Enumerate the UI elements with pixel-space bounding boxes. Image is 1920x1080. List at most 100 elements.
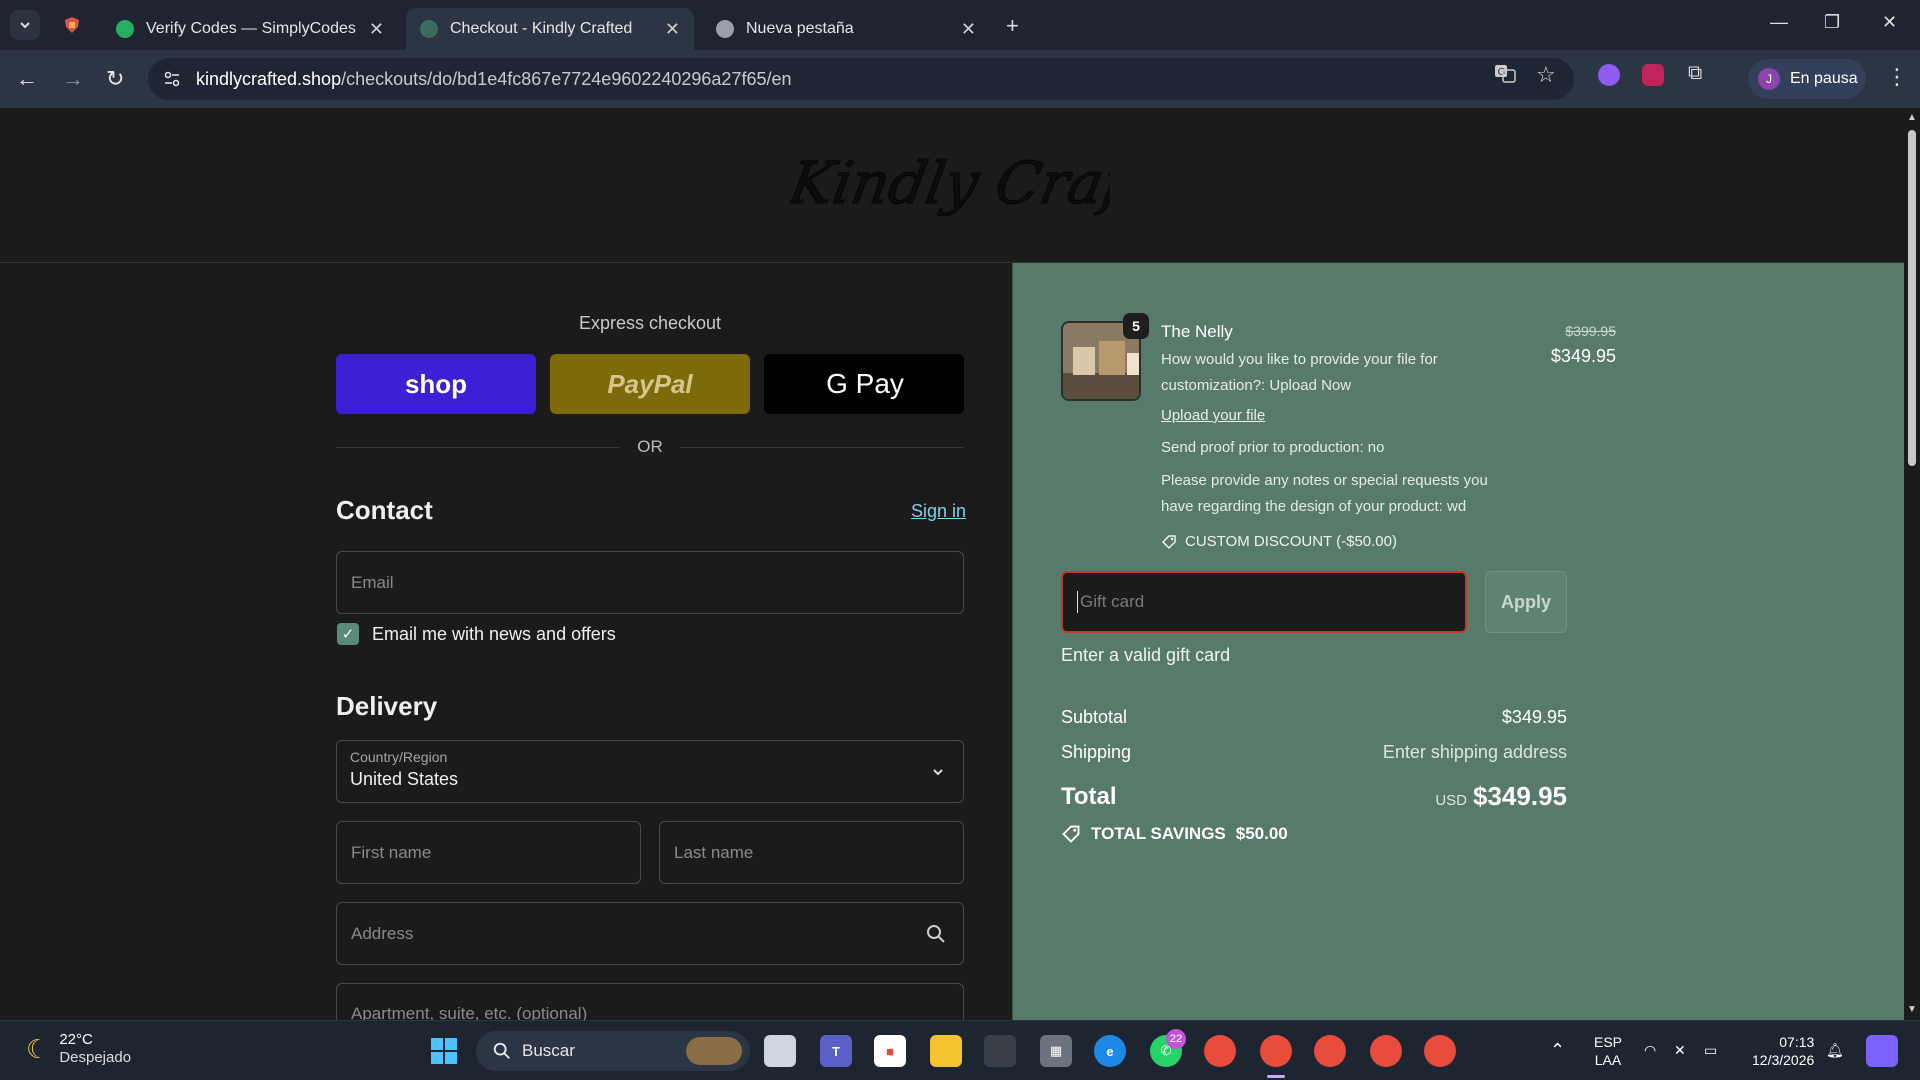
shipping-value: Enter shipping address xyxy=(1382,742,1567,762)
page-scrollbar[interactable]: ▲ ▼ xyxy=(1904,108,1920,1020)
checkout-form: Express checkout shop PayPal G Pay OR Co… xyxy=(0,263,1012,1020)
newsletter-checkbox[interactable]: ✓ xyxy=(337,623,359,645)
language-bottom: LAA xyxy=(1594,1052,1622,1068)
app-icon[interactable] xyxy=(984,1035,1016,1067)
product-name: The Nelly xyxy=(1161,322,1233,341)
country-label: Country/Region xyxy=(350,749,448,765)
chrome-profile-icon[interactable] xyxy=(1424,1035,1456,1067)
scroll-down-icon[interactable]: ▼ xyxy=(1907,1004,1917,1015)
total-label: Total xyxy=(1061,783,1117,810)
close-tab-icon[interactable]: ✕ xyxy=(665,19,680,40)
extensions-puzzle-icon[interactable]: ⧉ xyxy=(1688,62,1702,85)
weather-widget[interactable]: ☾ 22°C Despejado xyxy=(26,1031,131,1067)
browser-menu-icon[interactable]: ⋮ xyxy=(1886,64,1908,90)
minimize-icon[interactable]: — xyxy=(1770,12,1788,33)
clock-date: 12/3/2026 xyxy=(1752,1052,1815,1068)
paypal-button[interactable]: PayPal xyxy=(550,354,750,414)
logo-text: Kindly Crafted xyxy=(790,149,1110,216)
search-icon xyxy=(927,925,945,943)
apartment-field[interactable]: Apartment, suite, etc. (optional) xyxy=(336,983,964,1020)
product-option-proof: Send proof prior to production: no xyxy=(1161,439,1385,456)
reload-icon[interactable]: ↻ xyxy=(106,66,124,92)
bookmark-star-icon[interactable]: ☆ xyxy=(1536,62,1556,88)
new-tab-button[interactable]: + xyxy=(1006,13,1019,39)
task-view-icon[interactable] xyxy=(764,1035,796,1067)
last-name-field[interactable]: Last name xyxy=(659,821,964,884)
forward-arrow-icon[interactable]: → xyxy=(62,66,84,92)
tab-search-button[interactable] xyxy=(10,10,40,40)
taskbar: ☾ 22°C Despejado Buscar T ■ ▦ e ✆ 22 ⌃ E… xyxy=(0,1020,1920,1080)
chrome-profile-icon[interactable] xyxy=(1314,1035,1346,1067)
calculator-icon[interactable]: ▦ xyxy=(1040,1035,1072,1067)
profile-button[interactable]: J En pausa xyxy=(1748,59,1866,99)
upload-file-link-wrap: Upload your file xyxy=(1161,403,1501,429)
chevron-up-icon[interactable]: ⌃ xyxy=(1550,1041,1565,1059)
chrome-icon[interactable] xyxy=(1204,1035,1236,1067)
close-tab-icon[interactable]: ✕ xyxy=(369,19,384,40)
extension-purple-icon[interactable] xyxy=(1598,64,1620,86)
address-placeholder: Address xyxy=(351,923,414,943)
shop-pay-label: shop xyxy=(404,368,468,399)
address-bar[interactable]: kindlycrafted.shop/checkouts/do/bd1e4fc8… xyxy=(148,58,1574,100)
whatsapp-badge: 22 xyxy=(1166,1029,1186,1049)
custom-discount: CUSTOM DISCOUNT (-$50.00) xyxy=(1161,533,1397,550)
or-divider: OR xyxy=(336,437,964,457)
microsoft-store-icon[interactable]: ■ xyxy=(874,1035,906,1067)
apply-gift-card-button[interactable]: Apply xyxy=(1485,571,1567,633)
battery-icon[interactable]: ▭ xyxy=(1704,1041,1717,1059)
site-settings-icon[interactable] xyxy=(162,69,182,89)
total-currency: USD xyxy=(1435,792,1468,809)
tab-checkout[interactable]: Checkout - Kindly Crafted ✕ xyxy=(406,8,694,50)
wifi-icon[interactable]: ◠ xyxy=(1644,1041,1656,1059)
google-pay-button[interactable]: G Pay xyxy=(764,354,964,414)
shop-pay-button[interactable]: shop xyxy=(336,354,536,414)
pinned-tab[interactable] xyxy=(60,13,84,37)
moon-icon: ☾ xyxy=(26,1033,50,1064)
first-name-placeholder: First name xyxy=(351,842,432,862)
restore-icon[interactable]: ❐ xyxy=(1824,12,1840,33)
language-indicator[interactable]: ESP LAA xyxy=(1594,1033,1622,1069)
gift-card-placeholder: Gift card xyxy=(1080,592,1145,611)
upload-file-link[interactable]: Upload your file xyxy=(1161,407,1265,424)
extension-shield-icon[interactable] xyxy=(1642,64,1664,86)
search-icon xyxy=(493,1042,510,1059)
email-field[interactable]: Email xyxy=(336,551,964,614)
store-logo[interactable]: Kindly Crafted xyxy=(783,128,1226,253)
gift-card-input[interactable]: Gift card xyxy=(1061,571,1467,633)
close-tab-icon[interactable]: ✕ xyxy=(961,19,976,40)
edge-icon[interactable]: e xyxy=(1094,1035,1126,1067)
product-option-notes: Please provide any notes or special requ… xyxy=(1161,472,1488,515)
teams-icon[interactable]: T xyxy=(820,1035,852,1067)
first-name-field[interactable]: First name xyxy=(336,821,641,884)
tab-new[interactable]: Nueva pestaña ✕ xyxy=(702,8,990,50)
savings-value: $50.00 xyxy=(1235,824,1288,843)
gift-card-error: Enter a valid gift card xyxy=(1061,645,1231,665)
sign-in-link[interactable]: Sign in xyxy=(911,501,966,522)
checkmark-icon: ✓ xyxy=(341,626,355,643)
translate-icon[interactable]: G xyxy=(1494,62,1516,89)
scroll-thumb[interactable] xyxy=(1908,130,1916,466)
taskbar-search[interactable]: Buscar xyxy=(476,1031,750,1071)
volume-muted-icon[interactable]: ✕ xyxy=(1674,1041,1686,1059)
kindly-crafted-logo-icon: Kindly Crafted xyxy=(783,149,1226,217)
delivery-title: Delivery xyxy=(336,691,438,721)
close-window-icon[interactable]: ✕ xyxy=(1882,12,1897,33)
chrome-profile-icon[interactable] xyxy=(1370,1035,1402,1067)
email-placeholder: Email xyxy=(351,572,394,592)
address-field[interactable]: Address xyxy=(336,902,964,965)
notification-bell-icon[interactable]: 🔔︎ xyxy=(1826,1041,1844,1059)
country-value: United States xyxy=(350,769,459,789)
chrome-favicon-icon xyxy=(716,20,734,38)
tab-bar: Verify Codes — SimplyCodes ✕ Checkout - … xyxy=(0,0,1920,50)
scroll-up-icon[interactable]: ▲ xyxy=(1907,112,1917,123)
copilot-icon[interactable] xyxy=(1866,1035,1898,1067)
windows-start-icon[interactable] xyxy=(428,1035,460,1067)
clock[interactable]: 07:13 12/3/2026 xyxy=(1752,1033,1814,1069)
apartment-placeholder: Apartment, suite, etc. (optional) xyxy=(351,1004,588,1020)
file-explorer-icon[interactable] xyxy=(930,1035,962,1067)
profile-status: En pausa xyxy=(1790,70,1858,87)
chrome-profile-j-icon[interactable] xyxy=(1260,1035,1292,1067)
order-summary: 5 The Nelly How would you like to provid… xyxy=(1012,263,1904,1020)
back-arrow-icon[interactable]: ← xyxy=(16,66,38,92)
tab-simplycodes[interactable]: Verify Codes — SimplyCodes ✕ xyxy=(102,8,398,50)
